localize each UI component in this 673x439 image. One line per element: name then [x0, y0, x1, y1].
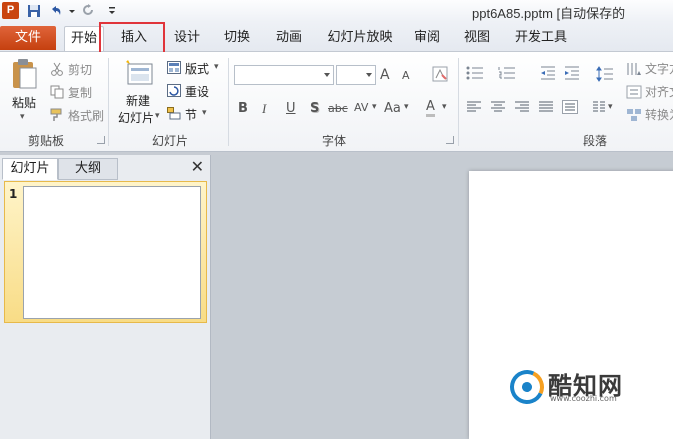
align-text-icon[interactable] — [626, 85, 642, 99]
text-shadow-icon[interactable]: S — [310, 101, 319, 116]
group-divider — [108, 58, 109, 146]
justify-icon[interactable] — [538, 101, 554, 114]
watermark: 酷知网 www.coozhi.com — [505, 365, 640, 409]
paste-button[interactable]: 粘贴 — [12, 94, 36, 111]
paragraph-group-label: 段落 — [583, 134, 608, 148]
shrink-font-icon[interactable]: A — [402, 69, 410, 82]
undo-dropdown-icon[interactable] — [64, 3, 75, 19]
decrease-indent-icon[interactable] — [540, 66, 556, 80]
strikethrough-icon[interactable]: abc — [328, 102, 348, 115]
clipboard-group-label: 剪贴板 — [28, 134, 65, 148]
watermark-url: www.coozhi.com — [550, 394, 617, 403]
slide-thumbnail[interactable] — [23, 186, 201, 319]
tab-review[interactable]: 审阅 — [408, 26, 446, 51]
tab-transitions[interactable]: 切换 — [218, 26, 256, 51]
tab-design[interactable]: 设计 — [168, 26, 206, 51]
convert-smartart-button[interactable]: 转换为 — [645, 106, 673, 123]
coozhi-logo-icon — [505, 365, 549, 409]
copy-icon[interactable] — [50, 85, 64, 99]
tab-outline[interactable]: 大纲 — [58, 158, 118, 180]
bullets-icon[interactable] — [466, 66, 484, 80]
ribbon-home: 粘贴 ▾ 剪切 复制 格式刷 剪贴板 新建 幻灯片 ▾ 版式 ▾ 重设 节 ▾ … — [0, 52, 673, 152]
scissors-icon[interactable] — [50, 62, 64, 76]
section-icon[interactable] — [167, 107, 181, 120]
columns-dropdown-icon[interactable]: ▾ — [608, 102, 613, 112]
change-case-icon[interactable]: Aa — [384, 101, 401, 116]
layout-icon[interactable] — [167, 61, 181, 74]
character-spacing-icon[interactable]: AV — [354, 101, 368, 114]
text-direction-button[interactable]: 文字方 — [645, 60, 673, 77]
undo-icon[interactable] — [48, 3, 64, 19]
align-left-icon[interactable] — [466, 101, 482, 114]
window-title: ppt6A85.pptm [自动保存的 — [472, 6, 626, 21]
paste-icon[interactable] — [10, 58, 38, 90]
slide-number: 1 — [9, 187, 18, 201]
new-slide-icon[interactable] — [124, 58, 154, 88]
font-color-icon[interactable]: A — [426, 100, 435, 117]
change-case-dropdown-icon[interactable]: ▾ — [404, 102, 409, 112]
tab-home[interactable]: 开始 — [64, 26, 104, 51]
reset-button[interactable]: 重设 — [185, 83, 209, 100]
increase-indent-icon[interactable] — [564, 66, 580, 80]
align-center-icon[interactable] — [490, 101, 506, 114]
tab-slideshow[interactable]: 幻灯片放映 — [322, 26, 398, 51]
redo-icon[interactable] — [80, 3, 96, 19]
tab-file[interactable]: 文件 — [0, 26, 56, 50]
save-icon[interactable] — [26, 3, 42, 19]
format-painter-button[interactable]: 格式刷 — [68, 107, 104, 124]
new-slide-label-1[interactable]: 新建 — [126, 92, 150, 109]
title-bar: P ppt6A85.pptm [自动保存的 — [0, 0, 673, 22]
new-slide-label-2[interactable]: 幻灯片 — [118, 109, 154, 126]
tab-slides-thumbnails[interactable]: 幻灯片 — [2, 158, 58, 180]
reset-icon[interactable] — [167, 84, 181, 97]
copy-button[interactable]: 复制 — [68, 84, 92, 101]
character-spacing-dropdown-icon[interactable]: ▾ — [372, 102, 377, 112]
align-right-icon[interactable] — [514, 101, 530, 114]
align-text-button[interactable]: 对齐文 — [645, 83, 673, 100]
numbering-icon[interactable] — [498, 66, 516, 80]
clipboard-launcher-icon[interactable] — [97, 136, 105, 144]
format-painter-icon[interactable] — [50, 108, 64, 122]
powerpoint-window: P ppt6A85.pptm [自动保存的 文件 开始 插入 设计 切换 动画 … — [0, 0, 673, 439]
bold-icon[interactable]: B — [238, 101, 248, 116]
font-size-combo[interactable] — [336, 65, 376, 85]
customize-quick-access-icon[interactable] — [104, 3, 115, 19]
powerpoint-logo[interactable]: P — [2, 2, 19, 19]
layout-dropdown-icon[interactable]: ▾ — [214, 62, 219, 72]
clear-formatting-icon[interactable] — [432, 66, 448, 82]
distributed-icon[interactable] — [562, 100, 578, 114]
grow-font-icon[interactable]: A — [380, 67, 390, 83]
line-spacing-icon[interactable] — [596, 66, 614, 82]
font-color-dropdown-icon[interactable]: ▾ — [442, 102, 447, 112]
tab-developer[interactable]: 开发工具 — [508, 26, 574, 51]
group-divider — [228, 58, 229, 146]
font-launcher-icon[interactable] — [446, 136, 454, 144]
convert-smartart-icon[interactable] — [626, 108, 642, 122]
italic-icon[interactable]: I — [262, 101, 266, 117]
columns-icon[interactable] — [592, 101, 606, 114]
close-icon[interactable]: ✕ — [191, 159, 204, 175]
font-name-combo[interactable] — [234, 65, 334, 85]
tab-animations[interactable]: 动画 — [270, 26, 308, 51]
underline-icon[interactable]: U — [286, 101, 296, 116]
chevron-down-icon[interactable] — [366, 73, 372, 77]
group-divider — [458, 58, 459, 146]
layout-button[interactable]: 版式 — [185, 60, 209, 77]
cut-button[interactable]: 剪切 — [68, 61, 92, 78]
section-dropdown-icon[interactable]: ▾ — [202, 108, 207, 118]
new-slide-dropdown-icon[interactable]: ▾ — [155, 111, 160, 121]
chevron-down-icon[interactable] — [324, 73, 330, 77]
paste-dropdown-icon[interactable]: ▾ — [20, 112, 25, 122]
font-group-label: 字体 — [322, 134, 347, 148]
slides-group-label: 幻灯片 — [152, 134, 189, 148]
tab-view[interactable]: 视图 — [458, 26, 496, 51]
section-button[interactable]: 节 — [185, 106, 197, 123]
tab-insert[interactable]: 插入 — [112, 26, 156, 51]
text-direction-icon[interactable] — [626, 62, 642, 76]
